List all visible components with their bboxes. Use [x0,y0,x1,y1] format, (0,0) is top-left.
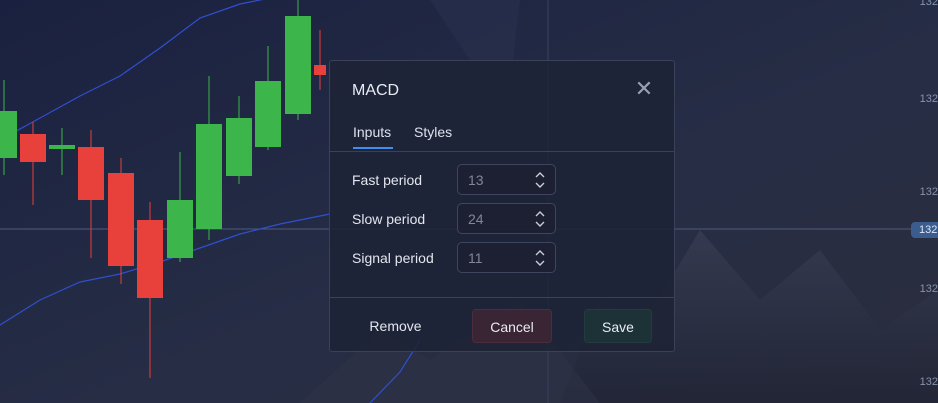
candle-body [285,16,311,114]
signal-period-input[interactable] [468,250,518,266]
fast-period-label: Fast period [352,172,423,188]
price-axis-label: 132 [919,376,938,388]
candle-body [78,147,104,200]
slow-period-input[interactable] [468,211,518,227]
candle-body [108,173,134,266]
fast-period-input[interactable] [468,172,518,188]
macd-settings-dialog: MACD ✕ Inputs Styles Fast period Slow pe… [329,60,675,352]
current-price-tag: 132 [911,222,938,238]
save-button[interactable]: Save [584,309,652,343]
signal-period-stepper [457,242,556,273]
candle-body [196,124,222,229]
divider [330,151,674,152]
price-axis-label: 132 [919,186,938,198]
close-icon[interactable]: ✕ [633,78,655,100]
candle-body [137,220,163,298]
candle-body [0,111,17,158]
chevron-down-icon[interactable] [534,258,546,268]
chevron-up-icon[interactable] [534,170,546,180]
price-axis-label: 132 [919,283,938,295]
candle-body [314,65,326,75]
signal-period-label: Signal period [352,250,434,266]
candle-body [226,118,252,176]
dialog-title: MACD [352,82,400,99]
fast-period-stepper [457,164,556,195]
candle-body [49,145,75,149]
tab-inputs[interactable]: Inputs [353,124,391,140]
chevron-up-icon[interactable] [534,248,546,258]
candle-body [20,134,46,162]
cancel-button[interactable]: Cancel [472,309,552,343]
price-axis-label: 132 [919,0,938,8]
chevron-up-icon[interactable] [534,209,546,219]
candle-body [255,81,281,147]
tab-styles[interactable]: Styles [414,124,452,140]
candle-body [167,200,193,258]
active-tab-indicator [353,147,393,149]
price-axis-label: 132 [919,93,938,105]
slow-period-label: Slow period [352,211,426,227]
chevron-down-icon[interactable] [534,219,546,229]
remove-button[interactable]: Remove [352,309,439,343]
divider [330,297,674,298]
chevron-down-icon[interactable] [534,180,546,190]
slow-period-stepper [457,203,556,234]
